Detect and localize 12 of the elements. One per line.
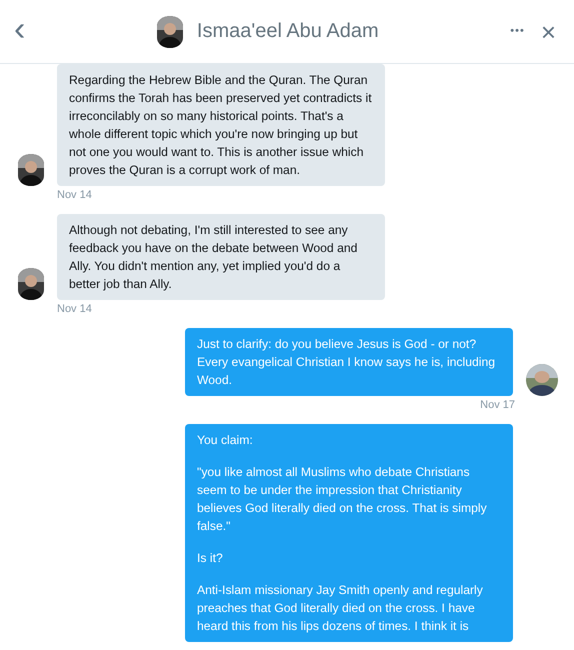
message-time: Nov 17 [479,399,515,412]
back-button[interactable]: ‹ [10,12,30,46]
close-button[interactable]: × [536,18,560,44]
message-bubble: You claim: "you like almost all Muslims who debate Christians seem to be under the impression that Christianity believes God literally died on the cross. That is simply false." Is it? Anti-Islam missionary Jay Smith openly and regularly preaches that God literally died on the cross. I have heard this from his lips dozens of times. I think it is [185,424,513,642]
message-bubble: Just to clarify: do you believe Jesus is God - or not? Every evangelical Christian I know says he is, including Wood. [185,328,513,396]
message-bubble: Regarding the Hebrew Bible and the Quran. The Quran confirms the Torah has been preserved yet contradicts it irreconcilably on so many historical points. That's a whole different topic which you're now bringing up but not one you would want to. This is another issue which proves the Quran is a corrupt work of man. [57,64,385,186]
message-bubble: Although not debating, I'm still interested to see any feedback you have on the debate between Wood and Ally. You didn't mention any, yet implied you'd do a better job than Ally. [57,214,385,300]
message-time: Nov 14 [57,189,93,202]
conversation-title: Ismaa'eel Abu Adam [196,20,379,43]
message-time: Nov 14 [57,303,93,316]
more-button[interactable]: ••• [506,26,529,37]
avatar [156,16,183,48]
